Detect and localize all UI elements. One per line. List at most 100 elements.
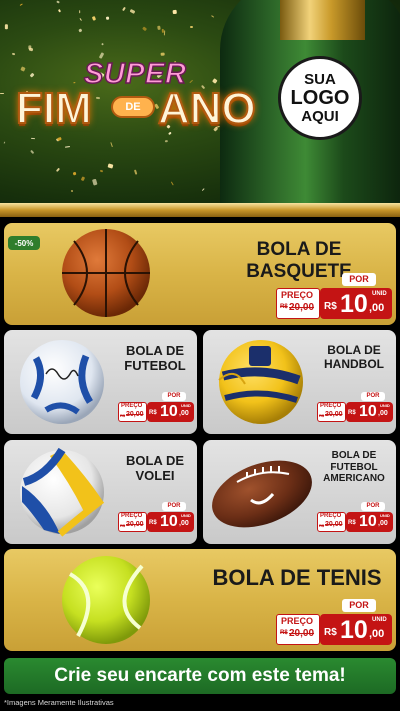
confetti-piece <box>105 16 110 21</box>
confetti-piece <box>28 47 34 52</box>
price-por: POR <box>361 502 385 511</box>
new-price-int: 10 <box>340 290 368 318</box>
confetti-piece <box>173 9 178 14</box>
old-price-prefix: R$ <box>280 630 288 636</box>
price-label: PREÇO <box>281 616 314 626</box>
confetti-piece <box>72 172 77 176</box>
confetti-piece <box>211 14 215 18</box>
confetti-piece <box>96 96 101 99</box>
product-card-tennis[interactable]: BOLA DE TENIS POR PREÇO R$ 20,00 R$ 10 ,… <box>4 549 396 651</box>
logo-placeholder[interactable]: SUA LOGO AQUI <box>278 56 362 140</box>
confetti-piece <box>64 145 70 148</box>
price-tag: POR PREÇO R$ 20,00 R$ 10 ,00 UNID <box>276 273 392 321</box>
basketball-icon <box>62 229 150 317</box>
new-price-dec: ,00 <box>179 410 189 417</box>
title-fim: FIM <box>15 83 93 134</box>
new-price-int: 10 <box>359 403 377 420</box>
confetti-piece <box>161 53 165 57</box>
old-price: 20,00 <box>325 521 343 528</box>
confetti-piece <box>56 137 62 142</box>
new-price-int: 10 <box>160 513 178 530</box>
price-label: PREÇO <box>320 403 342 409</box>
price-unit: UNID <box>181 403 191 408</box>
price-tag: POR PREÇO R$ 20,00 R$ 10 ,00 UNID <box>317 392 393 424</box>
old-price-prefix: R$ <box>280 304 288 310</box>
old-price-prefix: R$ <box>120 413 126 418</box>
price-tag: POR PREÇO R$ 20,00 R$ 10 ,00 UNID <box>276 599 392 647</box>
price-tag: POR PREÇO R$ 20,00 R$ 10 ,00 UNID <box>118 502 194 534</box>
old-price-prefix: R$ <box>319 523 325 528</box>
price-tag: POR PREÇO R$ 20,00 R$ 10 ,00 UNID <box>317 502 393 534</box>
product-card-handball[interactable]: BOLA DE HANDBOL POR PREÇO R$ 20,00 R$ 10… <box>203 330 396 434</box>
logo-line-1: SUA <box>304 70 336 88</box>
disclaimer-footnote: *Imagens Meramente Ilustrativas <box>4 698 114 707</box>
title-ano: ANO <box>157 83 257 134</box>
product-card-volleyball[interactable]: BOLA DE VOLEI POR PREÇO R$ 20,00 R$ 10 ,… <box>4 440 197 544</box>
confetti-piece <box>109 141 113 148</box>
product-card-american-football[interactable]: BOLA DE FUTEBOL AMERICANO POR PREÇO R$ 2… <box>203 440 396 544</box>
new-price-dec: ,00 <box>378 520 388 527</box>
confetti-piece <box>100 42 104 46</box>
new-price-prefix: R$ <box>149 410 157 416</box>
price-label: PREÇO <box>320 513 342 519</box>
confetti-piece <box>56 167 61 173</box>
product-name: BOLA DE VOLEI <box>116 453 194 484</box>
new-price-prefix: R$ <box>348 520 356 526</box>
confetti-piece <box>202 188 205 191</box>
product-name-line-1: BOLA DE <box>125 453 185 468</box>
old-price-prefix: R$ <box>120 523 126 528</box>
confetti-piece <box>78 18 82 22</box>
old-price: 20,00 <box>289 628 315 639</box>
product-name-line-2: HANDBOL <box>324 356 384 371</box>
confetti-piece <box>56 0 61 4</box>
american-football-icon <box>212 460 312 528</box>
price-por: POR <box>361 392 385 401</box>
product-name-line-2: FUTEBOL <box>124 357 186 373</box>
confetti-piece <box>20 66 27 72</box>
product-name: BOLA DE HANDBOL <box>315 343 393 372</box>
product-name: BOLA DE FUTEBOL <box>116 343 194 374</box>
price-unit: UNID <box>372 291 387 297</box>
confetti-piece <box>29 73 35 78</box>
confetti-piece <box>129 8 136 14</box>
confetti-piece <box>133 169 138 175</box>
new-price-dec: ,00 <box>369 628 385 640</box>
confetti-piece <box>78 9 81 13</box>
confetti-piece <box>12 52 16 56</box>
confetti-piece <box>70 189 73 192</box>
product-card-basketball[interactable]: BOLA DE BASQUETE POR PREÇO R$ 20,00 R$ 1… <box>4 223 396 325</box>
logo-line-2: LOGO <box>290 86 350 109</box>
confetti-piece <box>3 141 6 144</box>
product-name-line-2: VOLEI <box>135 467 175 483</box>
handball-icon <box>218 340 303 424</box>
confetti-piece <box>29 149 35 155</box>
confetti-piece <box>91 178 98 185</box>
confetti-piece <box>19 3 23 6</box>
product-name-line-1: BOLA DE <box>125 343 185 358</box>
price-label: PREÇO <box>281 290 314 300</box>
confetti-piece <box>4 23 8 29</box>
price-por: POR <box>162 502 186 511</box>
new-price-prefix: R$ <box>149 520 157 526</box>
confetti-piece <box>164 139 168 143</box>
header-banner: SUPER FIM DE ANO SUA LOGO AQUI <box>0 0 400 205</box>
price-unit: UNID <box>181 513 191 518</box>
price-por: POR <box>342 599 376 612</box>
cta-button[interactable]: Crie seu encarte com este tema! <box>4 658 396 694</box>
confetti-piece <box>30 138 35 140</box>
confetti-piece <box>80 175 86 181</box>
confetti-piece <box>170 181 174 186</box>
old-price-prefix: R$ <box>319 413 325 418</box>
title-de: DE <box>111 96 155 118</box>
new-price-int: 10 <box>359 513 377 530</box>
tennis-ball-icon <box>62 556 150 644</box>
volleyball-icon <box>20 447 105 537</box>
product-card-soccer[interactable]: BOLA DE FUTEBOL POR PREÇO R$ 20,00 R$ 10… <box>4 330 197 434</box>
old-price: 20,00 <box>289 302 315 313</box>
price-unit: UNID <box>380 513 390 518</box>
confetti-piece <box>142 26 148 32</box>
new-price-prefix: R$ <box>348 410 356 416</box>
product-name: BOLA DE TENIS <box>212 565 382 590</box>
confetti-piece <box>92 15 97 21</box>
price-unit: UNID <box>372 617 387 623</box>
